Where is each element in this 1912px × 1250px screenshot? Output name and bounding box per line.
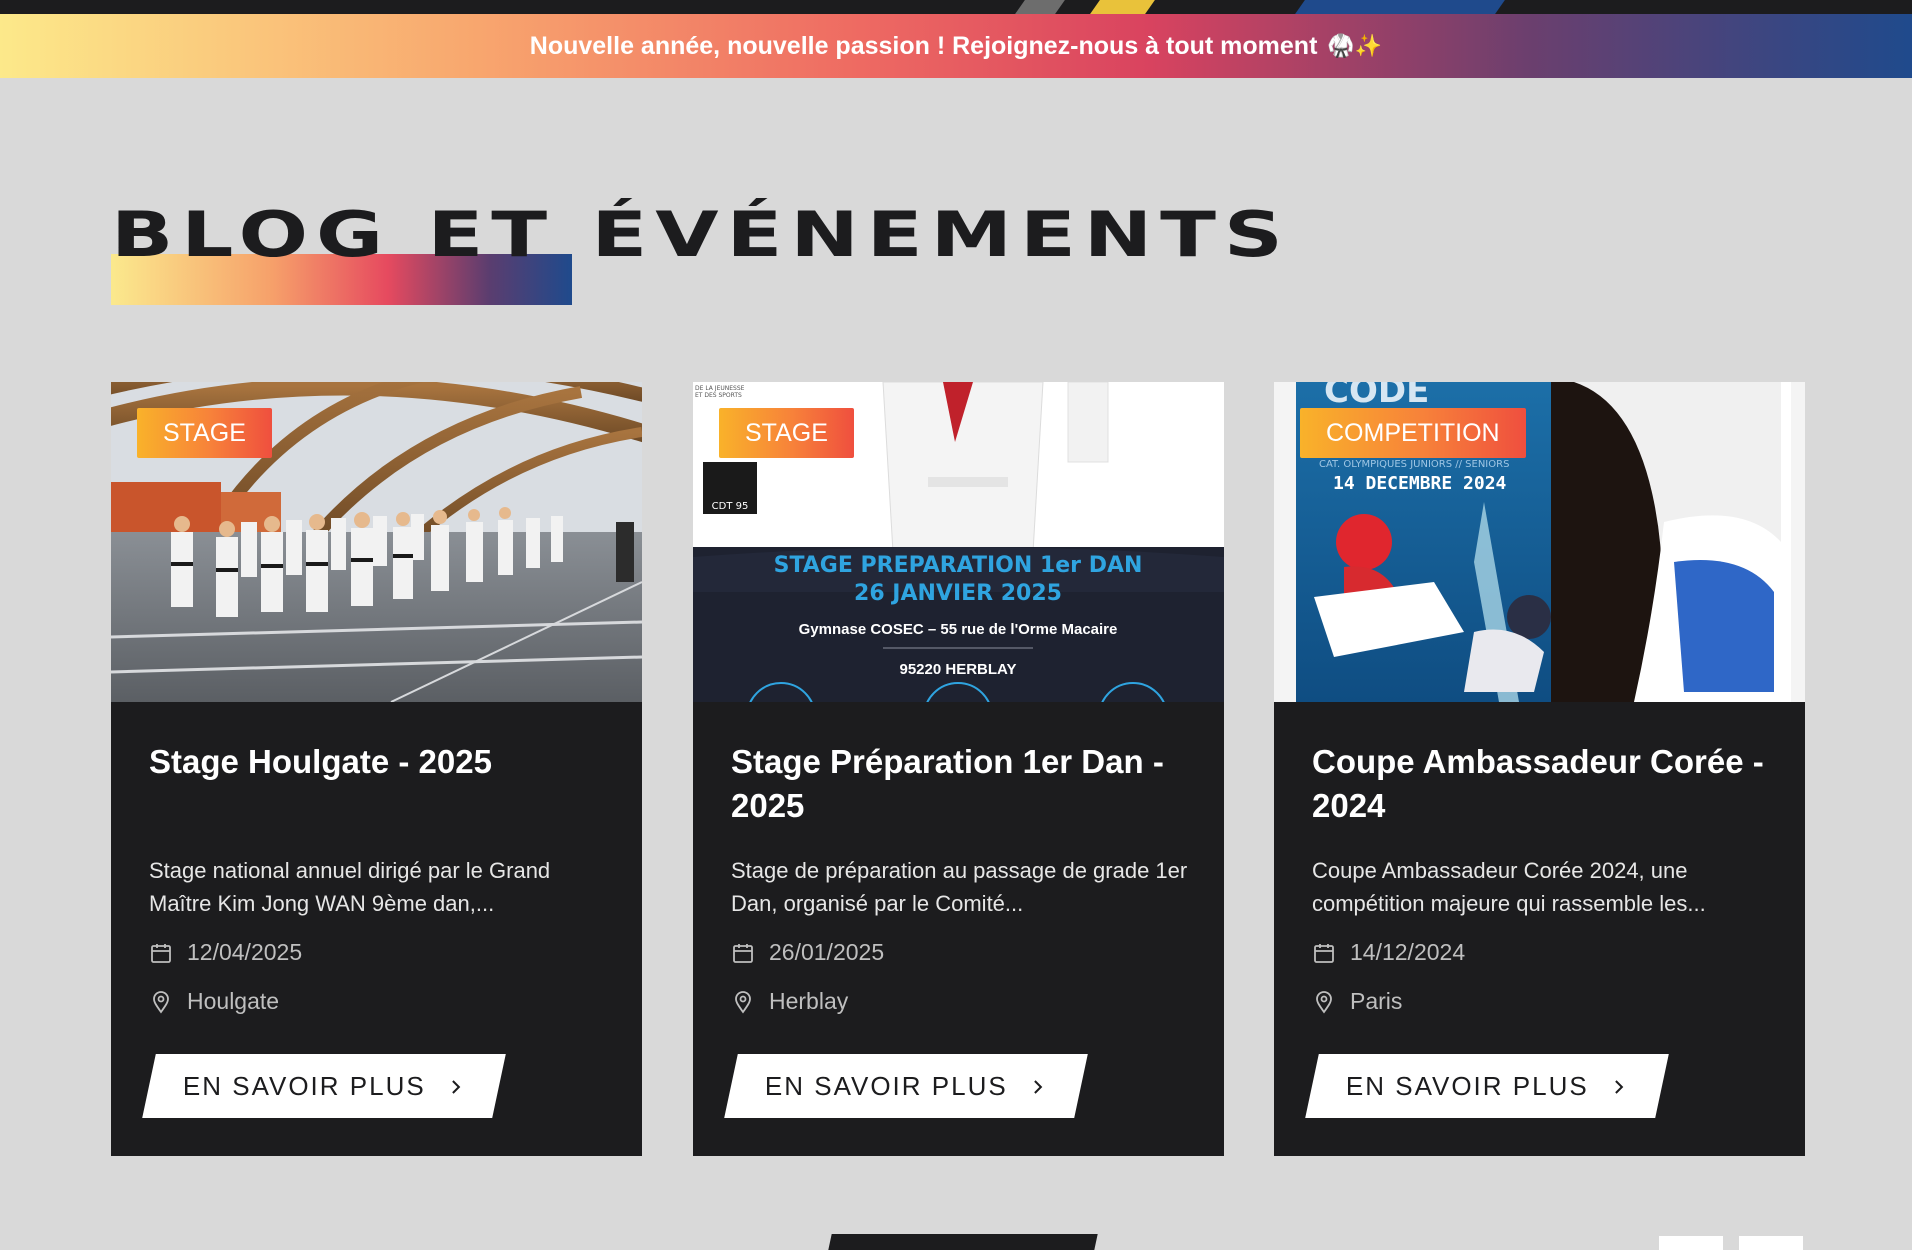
announcement-banner: Nouvelle année, nouvelle passion ! Rejoi… xyxy=(0,14,1912,78)
button-label: EN SAVOIR PLUS xyxy=(1345,1070,1589,1101)
category-badge: STAGE xyxy=(137,408,272,458)
event-card[interactable]: STAGE PREPARATION 1er DAN 26 JANVIER 202… xyxy=(693,382,1224,1156)
category-badge: COMPETITION xyxy=(1300,408,1526,458)
decor-slash xyxy=(1015,0,1065,14)
poster-headline: STAGE PREPARATION 1er DAN xyxy=(774,553,1143,578)
card-excerpt: Stage national annuel dirigé par le Gran… xyxy=(149,858,551,916)
view-all-button[interactable] xyxy=(828,1234,1098,1250)
learn-more-button[interactable]: EN SAVOIR PLUS xyxy=(1305,1054,1669,1118)
section-header: BLOG ET ÉVÉNEMENTS xyxy=(111,200,1283,310)
poster-date: 26 JANVIER 2025 xyxy=(854,581,1062,606)
event-card[interactable]: CODE CAT. OLYMPIQUES JUNIORS // SENIORS … xyxy=(1274,382,1805,1156)
poster-logo-text: CDT 95 xyxy=(712,501,749,512)
location-text: Herblay xyxy=(769,988,849,1014)
map-pin-icon xyxy=(735,990,751,1014)
poster-org-text: ET DES SPORTS xyxy=(695,392,742,399)
carousel-prev-button[interactable] xyxy=(1659,1236,1723,1250)
map-pin-icon xyxy=(1316,990,1332,1014)
date-text: 14/12/2024 xyxy=(1350,939,1466,965)
location-text: Houlgate xyxy=(187,988,280,1014)
chevron-right-icon xyxy=(1033,1079,1042,1093)
card-excerpt: Coupe Ambassadeur Corée 2024, une compét… xyxy=(1312,858,1706,916)
poster-subline: CAT. OLYMPIQUES JUNIORS // SENIORS xyxy=(1319,459,1509,470)
poster-top-text: CODE xyxy=(1324,382,1429,411)
poster-date: 14 DECEMBRE 2024 xyxy=(1333,473,1507,494)
poster-city: 95220 HERBLAY xyxy=(899,661,1016,678)
card-excerpt: Stage de préparation au passage de grade… xyxy=(731,858,1188,916)
category-badge: STAGE xyxy=(719,408,854,458)
decor-slash xyxy=(1295,0,1505,14)
event-card[interactable]: STAGE Stage Houlgate - 2025 Stage nation… xyxy=(111,382,642,1156)
chevron-right-icon xyxy=(451,1079,460,1093)
announcement-emoji: 🥋✨ xyxy=(1327,33,1383,59)
card-title[interactable]: Coupe Ambassadeur Corée - 2024 xyxy=(1312,740,1772,828)
poster-venue: Gymnase COSEC – 55 rue de l'Orme Macaire xyxy=(799,621,1118,638)
section-title: BLOG ET ÉVÉNEMENTS xyxy=(111,198,1291,271)
map-pin-icon xyxy=(153,990,169,1014)
card-date: 12/04/2025 xyxy=(149,939,302,966)
card-image: STAGE PREPARATION 1er DAN 26 JANVIER 202… xyxy=(693,382,1224,702)
learn-more-button[interactable]: EN SAVOIR PLUS xyxy=(724,1054,1088,1118)
chevron-right-icon xyxy=(1614,1079,1623,1093)
calendar-icon xyxy=(151,943,171,963)
decor-slash xyxy=(1090,0,1155,14)
learn-more-button[interactable]: EN SAVOIR PLUS xyxy=(142,1054,506,1118)
location-text: Paris xyxy=(1350,988,1403,1014)
card-image: STAGE xyxy=(111,382,642,702)
card-title[interactable]: Stage Houlgate - 2025 xyxy=(149,740,609,784)
card-location: Houlgate xyxy=(149,988,279,1015)
top-strip xyxy=(0,0,1912,14)
card-date: 14/12/2024 xyxy=(1312,939,1465,966)
card-image: CODE CAT. OLYMPIQUES JUNIORS // SENIORS … xyxy=(1274,382,1805,702)
poster-org-text: DE LA JEUNESSE xyxy=(695,385,745,392)
date-text: 12/04/2025 xyxy=(187,939,303,965)
card-location: Paris xyxy=(1312,988,1402,1015)
card-title[interactable]: Stage Préparation 1er Dan - 2025 xyxy=(731,740,1191,828)
button-label: EN SAVOIR PLUS xyxy=(764,1070,1008,1101)
calendar-icon xyxy=(733,943,753,963)
calendar-icon xyxy=(1314,943,1334,963)
date-text: 26/01/2025 xyxy=(769,939,885,965)
card-location: Herblay xyxy=(731,988,848,1015)
card-date: 26/01/2025 xyxy=(731,939,884,966)
announcement-text: Nouvelle année, nouvelle passion ! Rejoi… xyxy=(529,31,1318,60)
carousel-next-button[interactable] xyxy=(1739,1236,1803,1250)
button-label: EN SAVOIR PLUS xyxy=(182,1070,426,1101)
